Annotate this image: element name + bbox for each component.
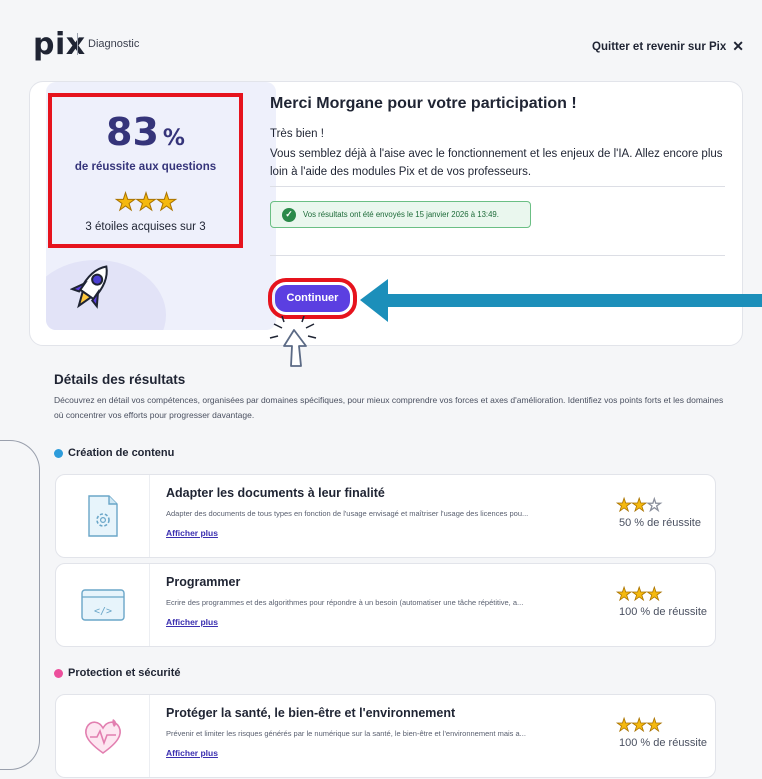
show-more-link[interactable]: Afficher plus	[166, 748, 218, 758]
decor-curve	[0, 440, 40, 770]
domain-name: Protection et sécurité	[68, 667, 181, 679]
star-rating-icon: ★★★	[616, 584, 663, 605]
details-title: Détails des résultats	[54, 372, 186, 387]
domain-dot-icon	[54, 668, 63, 678]
star-rating-icon: ★★☆	[616, 495, 663, 516]
star-rating-icon: ★★★	[114, 189, 178, 217]
competence-progress: 100 % de réussite	[619, 737, 708, 749]
show-more-link[interactable]: Afficher plus	[166, 617, 218, 627]
competence-card: </> Programmer Ecrire des programmes et …	[55, 563, 716, 647]
click-cursor-icon	[269, 316, 317, 367]
competence-card: Protéger la santé, le bien-être et l'env…	[55, 694, 716, 778]
domain-name: Création de contenu	[68, 447, 175, 459]
competence-title: Adapter les documents à leur finalité	[166, 486, 385, 500]
domain-dot-icon	[54, 448, 63, 458]
competence-progress: 50 % de réussite	[619, 517, 701, 529]
thanks-title: Merci Morgane pour votre participation !	[270, 95, 577, 112]
competence-description: Adapter des documents de tous types en f…	[166, 509, 529, 518]
score-number: 83	[106, 110, 159, 154]
logo-divider	[77, 33, 78, 55]
check-icon: ✓	[282, 207, 296, 222]
competence-progress: 100 % de réussite	[619, 606, 708, 618]
quit-button[interactable]: Quitter et revenir sur Pix ✕	[592, 38, 744, 55]
competence-card: Adapter les documents à leur finalité Ad…	[55, 474, 716, 558]
svg-text:</>: </>	[93, 606, 111, 617]
details-description: Découvrez en détail vos compétences, org…	[54, 395, 724, 420]
domain-heading: Protection et sécurité	[54, 667, 180, 679]
result-message: Vous semblez déjà à l'aise avec le fonct…	[270, 148, 723, 178]
divider	[270, 186, 725, 187]
show-more-link[interactable]: Afficher plus	[166, 528, 218, 538]
competence-title: Programmer	[166, 575, 241, 589]
competence-description: Ecrire des programmes et des algorithmes…	[166, 598, 524, 607]
annotation-arrow-icon	[360, 279, 762, 322]
stars-label: 3 étoiles acquises sur 3	[85, 221, 206, 233]
competence-description: Prévenir et limiter les risques générés …	[166, 729, 526, 738]
quit-label: Quitter et revenir sur Pix	[592, 40, 727, 53]
heart-health-icon	[56, 695, 150, 777]
code-window-icon: </>	[56, 564, 150, 646]
score-percentage: 83%	[48, 110, 243, 154]
top-bar: pix Diagnostic Quitter et revenir sur Pi…	[0, 0, 762, 80]
divider	[270, 255, 725, 256]
score-label: de réussite aux questions	[74, 161, 217, 173]
competence-title: Protéger la santé, le bien-être et l'env…	[166, 706, 456, 720]
star-rating-icon: ★★★	[616, 715, 663, 736]
domain-heading: Création de contenu	[54, 447, 174, 459]
success-notice: ✓ Vos résultats ont été envoyés le 15 ja…	[270, 201, 531, 228]
document-gear-icon	[56, 475, 150, 557]
breadcrumb: Diagnostic	[88, 38, 140, 50]
continue-button[interactable]: Continuer	[275, 285, 350, 312]
score-suffix: %	[162, 126, 185, 151]
notice-text: Vos résultats ont été envoyés le 15 janv…	[303, 210, 499, 219]
rocket-icon	[70, 265, 108, 309]
verdict-text: Très bien !	[270, 128, 324, 140]
close-icon: ✕	[732, 38, 744, 54]
